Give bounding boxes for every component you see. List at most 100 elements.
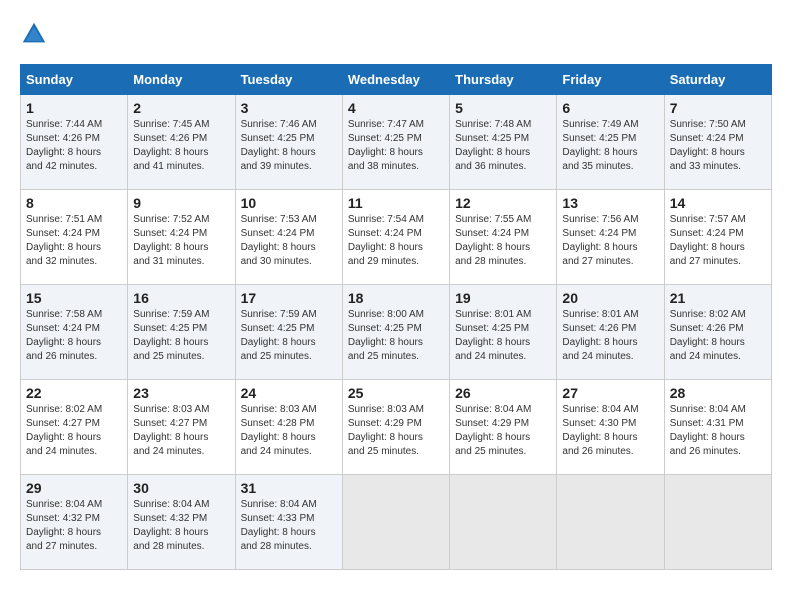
calendar-day-cell: 26 Sunrise: 8:04 AM Sunset: 4:29 PM Dayli… bbox=[450, 380, 557, 475]
day-number: 19 bbox=[455, 290, 551, 306]
calendar-day-cell: 24 Sunrise: 8:03 AM Sunset: 4:28 PM Dayli… bbox=[235, 380, 342, 475]
calendar-header: SundayMondayTuesdayWednesdayThursdayFrid… bbox=[21, 65, 772, 95]
calendar-day-cell: 6 Sunrise: 7:49 AM Sunset: 4:25 PM Daylig… bbox=[557, 95, 664, 190]
calendar-day-cell: 25 Sunrise: 8:03 AM Sunset: 4:29 PM Dayli… bbox=[342, 380, 449, 475]
day-info: Sunrise: 7:51 AM Sunset: 4:24 PM Dayligh… bbox=[26, 213, 122, 269]
header-day-thursday: Thursday bbox=[450, 65, 557, 95]
day-number: 18 bbox=[348, 290, 444, 306]
day-info: Sunrise: 7:54 AM Sunset: 4:24 PM Dayligh… bbox=[348, 213, 444, 269]
day-info: Sunrise: 7:58 AM Sunset: 4:24 PM Dayligh… bbox=[26, 308, 122, 364]
calendar-day-cell: 23Sunrise: 8:03 AM Sunset: 4:27 PM Dayli… bbox=[128, 380, 235, 475]
day-number: 14 bbox=[670, 195, 766, 211]
day-info: Sunrise: 8:04 AM Sunset: 4:32 PM Dayligh… bbox=[26, 498, 122, 554]
day-number: 13 bbox=[562, 195, 658, 211]
day-number: 8 bbox=[26, 195, 122, 211]
calendar-table: SundayMondayTuesdayWednesdayThursdayFrid… bbox=[20, 64, 772, 570]
calendar-day-cell: 12 Sunrise: 7:55 AM Sunset: 4:24 PM Dayli… bbox=[450, 190, 557, 285]
header-day-tuesday: Tuesday bbox=[235, 65, 342, 95]
calendar-week-row: 1 Sunrise: 7:44 AM Sunset: 4:26 PM Daylig… bbox=[21, 95, 772, 190]
calendar-day-cell: 11 Sunrise: 7:54 AM Sunset: 4:24 PM Dayli… bbox=[342, 190, 449, 285]
calendar-day-cell: 3Sunrise: 7:46 AM Sunset: 4:25 PM Daylig… bbox=[235, 95, 342, 190]
day-info: Sunrise: 8:04 AM Sunset: 4:30 PM Dayligh… bbox=[562, 403, 658, 459]
calendar-week-row: 8 Sunrise: 7:51 AM Sunset: 4:24 PM Daylig… bbox=[21, 190, 772, 285]
day-number: 17 bbox=[241, 290, 337, 306]
calendar-day-cell: 7 Sunrise: 7:50 AM Sunset: 4:24 PM Daylig… bbox=[664, 95, 771, 190]
day-number: 12 bbox=[455, 195, 551, 211]
logo-icon bbox=[20, 20, 48, 48]
day-number: 16 bbox=[133, 290, 229, 306]
day-info: Sunrise: 8:04 AM Sunset: 4:29 PM Dayligh… bbox=[455, 403, 551, 459]
header-day-friday: Friday bbox=[557, 65, 664, 95]
calendar-day-cell bbox=[664, 475, 771, 570]
calendar-day-cell: 18Sunrise: 8:00 AM Sunset: 4:25 PM Dayli… bbox=[342, 285, 449, 380]
day-number: 20 bbox=[562, 290, 658, 306]
calendar-day-cell: 4Sunrise: 7:47 AM Sunset: 4:25 PM Daylig… bbox=[342, 95, 449, 190]
day-info: Sunrise: 7:45 AM Sunset: 4:26 PM Dayligh… bbox=[133, 118, 229, 174]
day-info: Sunrise: 7:53 AM Sunset: 4:24 PM Dayligh… bbox=[241, 213, 337, 269]
day-number: 15 bbox=[26, 290, 122, 306]
calendar-day-cell: 31Sunrise: 8:04 AM Sunset: 4:33 PM Dayli… bbox=[235, 475, 342, 570]
day-number: 30 bbox=[133, 480, 229, 496]
day-info: Sunrise: 7:44 AM Sunset: 4:26 PM Dayligh… bbox=[26, 118, 122, 174]
calendar-day-cell: 16 Sunrise: 7:59 AM Sunset: 4:25 PM Dayli… bbox=[128, 285, 235, 380]
day-info: Sunrise: 7:59 AM Sunset: 4:25 PM Dayligh… bbox=[133, 308, 229, 364]
day-number: 24 bbox=[241, 385, 337, 401]
day-info: Sunrise: 8:02 AM Sunset: 4:27 PM Dayligh… bbox=[26, 403, 122, 459]
day-info: Sunrise: 7:57 AM Sunset: 4:24 PM Dayligh… bbox=[670, 213, 766, 269]
day-number: 28 bbox=[670, 385, 766, 401]
calendar-day-cell: 21 Sunrise: 8:02 AM Sunset: 4:26 PM Dayli… bbox=[664, 285, 771, 380]
day-number: 29 bbox=[26, 480, 122, 496]
calendar-day-cell: 29 Sunrise: 8:04 AM Sunset: 4:32 PM Dayli… bbox=[21, 475, 128, 570]
calendar-day-cell bbox=[557, 475, 664, 570]
day-info: Sunrise: 7:59 AM Sunset: 4:25 PM Dayligh… bbox=[241, 308, 337, 364]
day-info: Sunrise: 8:03 AM Sunset: 4:28 PM Dayligh… bbox=[241, 403, 337, 459]
day-number: 4 bbox=[348, 100, 444, 116]
day-number: 1 bbox=[26, 100, 122, 116]
calendar-day-cell: 28 Sunrise: 8:04 AM Sunset: 4:31 PM Dayli… bbox=[664, 380, 771, 475]
calendar-day-cell: 2 Sunrise: 7:45 AM Sunset: 4:26 PM Daylig… bbox=[128, 95, 235, 190]
day-number: 26 bbox=[455, 385, 551, 401]
day-number: 21 bbox=[670, 290, 766, 306]
header-row: SundayMondayTuesdayWednesdayThursdayFrid… bbox=[21, 65, 772, 95]
day-info: Sunrise: 7:52 AM Sunset: 4:24 PM Dayligh… bbox=[133, 213, 229, 269]
day-info: Sunrise: 7:56 AM Sunset: 4:24 PM Dayligh… bbox=[562, 213, 658, 269]
calendar-week-row: 22 Sunrise: 8:02 AM Sunset: 4:27 PM Dayli… bbox=[21, 380, 772, 475]
day-info: Sunrise: 7:49 AM Sunset: 4:25 PM Dayligh… bbox=[562, 118, 658, 174]
calendar-day-cell: 22 Sunrise: 8:02 AM Sunset: 4:27 PM Dayli… bbox=[21, 380, 128, 475]
calendar-day-cell: 19 Sunrise: 8:01 AM Sunset: 4:25 PM Dayli… bbox=[450, 285, 557, 380]
day-number: 9 bbox=[133, 195, 229, 211]
day-info: Sunrise: 8:01 AM Sunset: 4:25 PM Dayligh… bbox=[455, 308, 551, 364]
day-info: Sunrise: 7:50 AM Sunset: 4:24 PM Dayligh… bbox=[670, 118, 766, 174]
day-info: Sunrise: 8:04 AM Sunset: 4:31 PM Dayligh… bbox=[670, 403, 766, 459]
page-header bbox=[20, 20, 772, 48]
calendar-day-cell: 14 Sunrise: 7:57 AM Sunset: 4:24 PM Dayli… bbox=[664, 190, 771, 285]
day-number: 27 bbox=[562, 385, 658, 401]
day-number: 10 bbox=[241, 195, 337, 211]
day-info: Sunrise: 8:01 AM Sunset: 4:26 PM Dayligh… bbox=[562, 308, 658, 364]
calendar-day-cell: 5Sunrise: 7:48 AM Sunset: 4:25 PM Daylig… bbox=[450, 95, 557, 190]
day-number: 2 bbox=[133, 100, 229, 116]
day-number: 25 bbox=[348, 385, 444, 401]
header-day-wednesday: Wednesday bbox=[342, 65, 449, 95]
calendar-body: 1 Sunrise: 7:44 AM Sunset: 4:26 PM Daylig… bbox=[21, 95, 772, 570]
calendar-day-cell: 30 Sunrise: 8:04 AM Sunset: 4:32 PM Dayli… bbox=[128, 475, 235, 570]
day-number: 22 bbox=[26, 385, 122, 401]
calendar-day-cell: 17 Sunrise: 7:59 AM Sunset: 4:25 PM Dayli… bbox=[235, 285, 342, 380]
day-number: 11 bbox=[348, 195, 444, 211]
day-number: 3 bbox=[241, 100, 337, 116]
day-info: Sunrise: 8:03 AM Sunset: 4:29 PM Dayligh… bbox=[348, 403, 444, 459]
logo bbox=[20, 20, 52, 48]
calendar-day-cell: 20 Sunrise: 8:01 AM Sunset: 4:26 PM Dayli… bbox=[557, 285, 664, 380]
day-info: Sunrise: 7:55 AM Sunset: 4:24 PM Dayligh… bbox=[455, 213, 551, 269]
header-day-saturday: Saturday bbox=[664, 65, 771, 95]
calendar-day-cell: 27 Sunrise: 8:04 AM Sunset: 4:30 PM Dayli… bbox=[557, 380, 664, 475]
day-number: 23 bbox=[133, 385, 229, 401]
day-info: Sunrise: 8:02 AM Sunset: 4:26 PM Dayligh… bbox=[670, 308, 766, 364]
day-number: 7 bbox=[670, 100, 766, 116]
day-info: Sunrise: 8:04 AM Sunset: 4:32 PM Dayligh… bbox=[133, 498, 229, 554]
day-number: 5 bbox=[455, 100, 551, 116]
day-number: 6 bbox=[562, 100, 658, 116]
calendar-day-cell: 9 Sunrise: 7:52 AM Sunset: 4:24 PM Daylig… bbox=[128, 190, 235, 285]
calendar-week-row: 15 Sunrise: 7:58 AM Sunset: 4:24 PM Dayli… bbox=[21, 285, 772, 380]
calendar-day-cell: 10 Sunrise: 7:53 AM Sunset: 4:24 PM Dayli… bbox=[235, 190, 342, 285]
